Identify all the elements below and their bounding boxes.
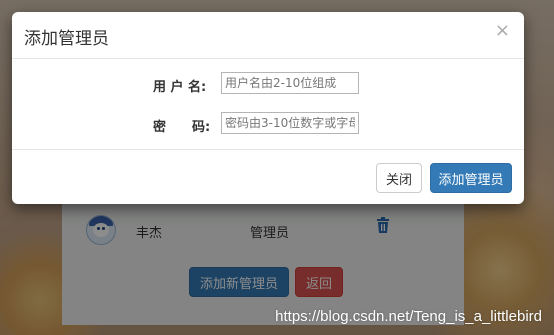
password-label: 密 码: bbox=[153, 120, 211, 135]
close-icon[interactable]: × bbox=[495, 22, 510, 40]
modal-body: 用 户 名: 密 码: bbox=[12, 59, 524, 150]
password-input[interactable] bbox=[221, 112, 359, 134]
watermark: https://blog.csdn.net/Teng_is_a_littlebi… bbox=[275, 308, 542, 325]
username-label: 用 户 名: bbox=[153, 80, 207, 95]
submit-button[interactable]: 添加管理员 bbox=[430, 163, 512, 193]
modal-footer: 关闭 添加管理员 bbox=[12, 150, 524, 204]
close-button[interactable]: 关闭 bbox=[376, 163, 422, 193]
modal-title: 添加管理员 bbox=[24, 29, 109, 49]
username-input[interactable] bbox=[221, 72, 359, 94]
add-admin-modal: 添加管理员 × 用 户 名: 密 码: 关闭 添加管理员 bbox=[12, 12, 524, 204]
modal-header: 添加管理员 × bbox=[12, 12, 524, 59]
